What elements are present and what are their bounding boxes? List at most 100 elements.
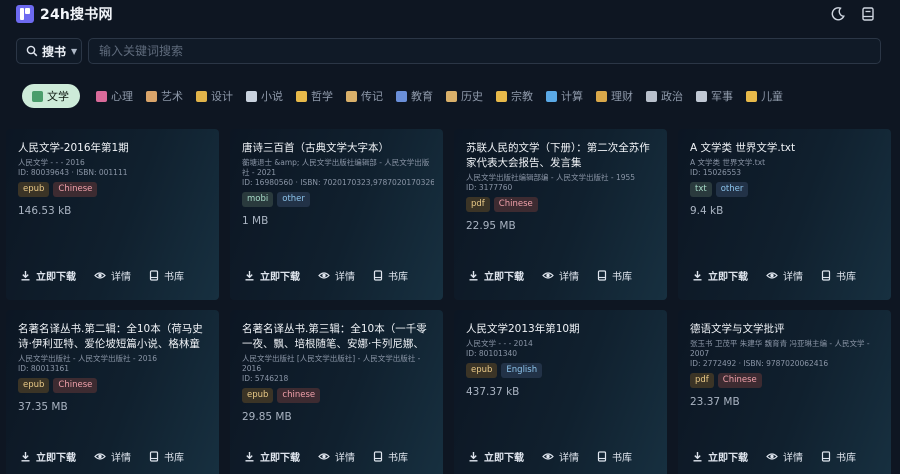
details-button[interactable]: 详情 xyxy=(94,268,131,283)
library-label: 书库 xyxy=(164,452,184,464)
book-card[interactable]: 名著名译丛书.第三辑：全10本（一千零一夜、飘、培根随笔、安娜·卡列尼娜、格..… xyxy=(230,310,443,474)
library-label: 书库 xyxy=(612,271,632,283)
details-button[interactable]: 详情 xyxy=(94,449,131,464)
library-button[interactable]: 书库 xyxy=(821,449,856,464)
book-icon[interactable] xyxy=(860,6,876,22)
download-icon xyxy=(20,451,36,462)
library-button[interactable]: 书库 xyxy=(149,268,184,283)
details-button[interactable]: 详情 xyxy=(318,268,355,283)
format-tag: Chinese xyxy=(53,378,98,393)
book-ids: ID: 5746218 xyxy=(242,374,289,383)
library-button[interactable]: 书库 xyxy=(597,449,632,464)
category-tab[interactable]: 宗教 xyxy=(496,84,533,108)
details-label: 详情 xyxy=(111,452,131,464)
card-actions: 立即下载 详情 书库 xyxy=(468,449,658,464)
details-label: 详情 xyxy=(335,271,355,283)
book-card[interactable]: 人民文学-2016年第1期人民文学 - - - 2016 ID: 80039643… xyxy=(6,129,219,300)
book-card[interactable]: 苏联人民的文学（下册）：第二次全苏作家代表大会报告、发言集 人民文学出版社编辑部编… xyxy=(454,129,667,300)
file-size: 29.85 MB xyxy=(242,411,292,423)
category-tab[interactable]: 文学 xyxy=(22,84,80,108)
library-button[interactable]: 书库 xyxy=(373,268,408,283)
category-tab[interactable]: 教育 xyxy=(396,84,433,108)
government-icon xyxy=(646,90,657,102)
tag-list: epub chinese xyxy=(242,388,434,403)
download-icon xyxy=(468,270,484,281)
library-label: 书库 xyxy=(388,452,408,464)
category-tab[interactable]: 计算 xyxy=(546,84,583,108)
download-icon xyxy=(692,270,708,281)
category-label: 艺术 xyxy=(161,90,183,103)
category-tab[interactable]: 理财 xyxy=(596,84,633,108)
category-tab[interactable]: 传记 xyxy=(346,84,383,108)
book-title[interactable]: 德语文学与文学批评 xyxy=(690,322,882,337)
download-icon xyxy=(244,270,260,281)
format-tag: epub xyxy=(466,363,498,378)
book-meta: 人民文学 - - - 2016 xyxy=(18,158,85,167)
download-button[interactable]: 立即下载 xyxy=(692,268,748,283)
book-card[interactable]: 唐诗三百首（古典文学大字本） 蘅塘退士 &amp; 人民文学出版社编辑部 - 人民… xyxy=(230,129,443,300)
details-button[interactable]: 详情 xyxy=(318,449,355,464)
library-button[interactable]: 书库 xyxy=(821,268,856,283)
category-label: 儿童 xyxy=(761,90,783,103)
category-tab[interactable]: 哲学 xyxy=(296,84,333,108)
baby-icon xyxy=(746,90,757,102)
category-tab[interactable]: 军事 xyxy=(696,84,733,108)
book-card[interactable]: 人民文学2013年第10期人民文学 - - - 2014 ID: 80101340… xyxy=(454,310,667,474)
site-logo[interactable]: 24h搜书网 xyxy=(16,4,113,24)
scroll-icon xyxy=(346,90,357,102)
books-icon xyxy=(396,90,407,102)
book-title[interactable]: 苏联人民的文学（下册）：第二次全苏作家代表大会报告、发言集 xyxy=(466,141,658,171)
money-bag-icon xyxy=(596,90,607,102)
category-label: 理财 xyxy=(611,90,633,103)
category-tab[interactable]: 儿童 xyxy=(746,84,783,108)
book-title[interactable]: A 文学类 世界文学.txt xyxy=(690,141,882,156)
category-tab[interactable]: 设计 xyxy=(196,84,233,108)
tag-list: epub Chinese xyxy=(18,378,210,393)
format-tag: epub xyxy=(18,182,50,197)
thinking-face-icon xyxy=(296,90,307,102)
library-button[interactable]: 书库 xyxy=(149,449,184,464)
library-label: 书库 xyxy=(612,452,632,464)
book-card[interactable]: 名著名译丛书.第二辑：全10本（荷马史诗·伊利亚特、爱伦坡短篇小说、格林童话..… xyxy=(6,310,219,474)
category-tab[interactable]: 心理 xyxy=(96,84,133,108)
book-card[interactable]: 德语文学与文学批评 张玉书 卫茂平 朱建华 魏育青 冯亚琳主编 - 人民文学 -2… xyxy=(678,310,891,474)
details-label: 详情 xyxy=(783,452,803,464)
download-button[interactable]: 立即下载 xyxy=(468,449,524,464)
search-scope-select[interactable]: 搜书 ▼ xyxy=(16,38,82,64)
book-title[interactable]: 名著名译丛书.第二辑：全10本（荷马史诗·伊利亚特、爱伦坡短篇小说、格林童话..… xyxy=(18,322,210,352)
palette-icon xyxy=(146,90,157,102)
category-tab[interactable]: 艺术 xyxy=(146,84,183,108)
book-info: 人民文学 - - - 2016 ID: 80039643 · ISBN: 0011… xyxy=(18,158,210,217)
scroll-icon xyxy=(446,90,457,102)
search-input[interactable] xyxy=(88,38,881,64)
download-button[interactable]: 立即下载 xyxy=(692,449,748,464)
moon-icon[interactable] xyxy=(830,6,846,22)
category-tab[interactable]: 历史 xyxy=(446,84,483,108)
category-tab[interactable]: 政治 xyxy=(646,84,683,108)
download-label: 立即下载 xyxy=(484,452,524,464)
details-button[interactable]: 详情 xyxy=(766,268,803,283)
book-title[interactable]: 名著名译丛书.第三辑：全10本（一千零一夜、飘、培根随笔、安娜·卡列尼娜、格..… xyxy=(242,322,434,352)
library-button[interactable]: 书库 xyxy=(597,268,632,283)
book-card[interactable]: A 文学类 世界文学.txt A 文学类 世界文学.txt ID: 15026553… xyxy=(678,129,891,300)
category-label: 政治 xyxy=(661,90,683,103)
book-ids: ID: 3177760 xyxy=(466,183,513,192)
download-button[interactable]: 立即下载 xyxy=(20,268,76,283)
download-button[interactable]: 立即下载 xyxy=(468,268,524,283)
download-label: 立即下载 xyxy=(36,452,76,464)
book-title[interactable]: 人民文学2013年第10期 xyxy=(466,322,658,337)
download-button[interactable]: 立即下载 xyxy=(244,449,300,464)
book-ids: ID: 2772492 · ISBN: 9787020062416 xyxy=(690,359,829,368)
download-button[interactable]: 立即下载 xyxy=(244,268,300,283)
book-info: 人民文学 - - - 2014 ID: 80101340 epub English 43… xyxy=(466,339,658,398)
details-button[interactable]: 详情 xyxy=(542,268,579,283)
download-button[interactable]: 立即下载 xyxy=(20,449,76,464)
eye-icon xyxy=(318,270,335,281)
book-title[interactable]: 唐诗三百首（古典文学大字本） xyxy=(242,141,434,156)
library-button[interactable]: 书库 xyxy=(373,449,408,464)
details-button[interactable]: 详情 xyxy=(542,449,579,464)
book-title[interactable]: 人民文学-2016年第1期 xyxy=(18,141,210,156)
pencil-icon xyxy=(196,90,207,102)
category-tab[interactable]: 小说 xyxy=(246,84,283,108)
details-button[interactable]: 详情 xyxy=(766,449,803,464)
